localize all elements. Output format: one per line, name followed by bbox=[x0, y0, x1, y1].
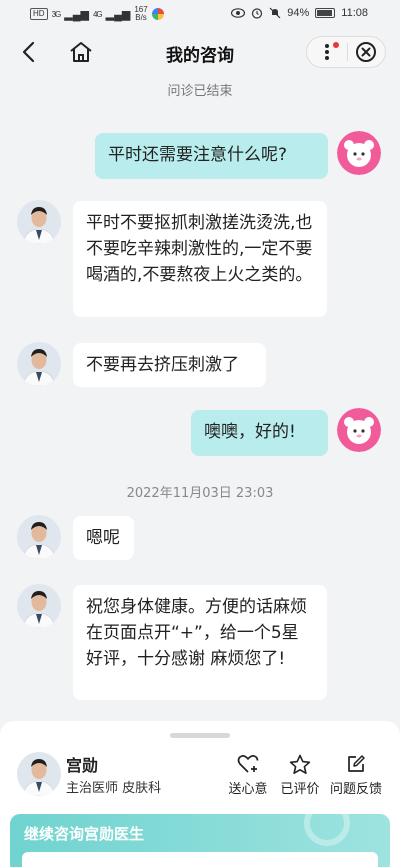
top-nav-bar: 我的咨询 bbox=[0, 30, 400, 74]
more-dots-icon bbox=[324, 44, 329, 60]
app-notification-icon bbox=[151, 8, 164, 20]
doctor-message-bubble[interactable]: 嗯呢 bbox=[73, 516, 134, 560]
patient-message-bubble[interactable]: 平时还需要注意什么呢? bbox=[95, 133, 328, 179]
continue-consult-label: 继续咨询宫勋医生 bbox=[24, 825, 145, 843]
doctor-avatar[interactable] bbox=[17, 342, 61, 386]
doctor-name: 宫勋 bbox=[66, 756, 99, 775]
close-circle-icon bbox=[356, 42, 377, 62]
doctor-message-bubble[interactable]: 祝您身体健康。方便的话麻烦在页面点开“+”，给一个5星好评，十分感谢 麻烦您了! bbox=[73, 585, 327, 700]
status-bar: HD 3G ▂▄▆ 4G ▂▄▆ 167 B/s 94% 11:08 bbox=[0, 0, 400, 30]
decorative-cross-icon bbox=[304, 814, 350, 846]
status-left: HD 3G ▂▄▆ 4G ▂▄▆ 167 B/s bbox=[30, 6, 164, 22]
star-icon bbox=[289, 754, 311, 774]
battery-icon bbox=[315, 8, 336, 18]
mute-icon bbox=[269, 7, 281, 19]
heart-plus-icon bbox=[237, 755, 259, 773]
doctor-title: 主治医师 皮肤科 bbox=[66, 781, 162, 796]
notification-dot bbox=[332, 42, 339, 48]
feedback-button[interactable]: 问题反馈 bbox=[330, 753, 382, 797]
clock: 11:08 bbox=[341, 7, 368, 19]
message-timestamp: 2022年11月03日 23:03 bbox=[126, 486, 274, 501]
send-gift-button[interactable]: 送心意 bbox=[222, 753, 274, 797]
signal-3g: 3G bbox=[51, 9, 62, 19]
hd-badge: HD bbox=[30, 8, 48, 20]
doctor-avatar[interactable] bbox=[17, 584, 61, 628]
drag-handle[interactable] bbox=[170, 733, 230, 738]
patient-message-bubble[interactable]: 噢噢，好的! bbox=[191, 410, 328, 456]
patient-avatar[interactable] bbox=[337, 131, 381, 175]
doctor-message-bubble[interactable]: 不要再去挤压刺激了 bbox=[73, 343, 266, 387]
close-button[interactable] bbox=[347, 37, 385, 67]
feedback-label: 问题反馈 bbox=[330, 782, 383, 797]
more-button[interactable] bbox=[307, 37, 347, 67]
consult-ended-notice: 问诊已结束 bbox=[167, 84, 233, 99]
review-button[interactable]: 已评价 bbox=[274, 753, 326, 797]
doctor-info-panel: 宫勋 主治医师 皮肤科 送心意 已评价 问题反馈 继续咨询宫勋医生 bbox=[0, 721, 400, 867]
continue-consult-card[interactable]: 继续咨询宫勋医生 bbox=[10, 814, 390, 867]
review-label: 已评价 bbox=[280, 782, 320, 797]
mini-program-capsule bbox=[306, 36, 386, 68]
continue-consult-action-bar[interactable] bbox=[22, 852, 378, 867]
doctor-avatar[interactable] bbox=[17, 752, 61, 796]
doctor-avatar[interactable] bbox=[17, 200, 61, 244]
signal-4g: 4G bbox=[92, 9, 103, 19]
signal-bars-icon: ▂▄▆ bbox=[105, 8, 131, 21]
edit-icon bbox=[348, 755, 365, 772]
alarm-icon bbox=[252, 8, 263, 19]
status-right: 94% 11:08 bbox=[231, 7, 368, 19]
signal-bars-icon: ▂▄▆ bbox=[64, 8, 89, 21]
patient-avatar[interactable] bbox=[337, 408, 381, 452]
doctor-avatar[interactable] bbox=[17, 515, 61, 559]
eye-icon bbox=[231, 8, 246, 18]
battery-percent: 94% bbox=[287, 7, 310, 19]
doctor-message-bubble[interactable]: 平时不要抠抓刺激搓洗烫洗,也不要吃辛辣刺激性的,一定不要喝酒的,不要熬夜上火之类… bbox=[73, 201, 327, 317]
network-speed: 167 B/s bbox=[134, 5, 148, 22]
send-gift-label: 送心意 bbox=[228, 782, 268, 797]
